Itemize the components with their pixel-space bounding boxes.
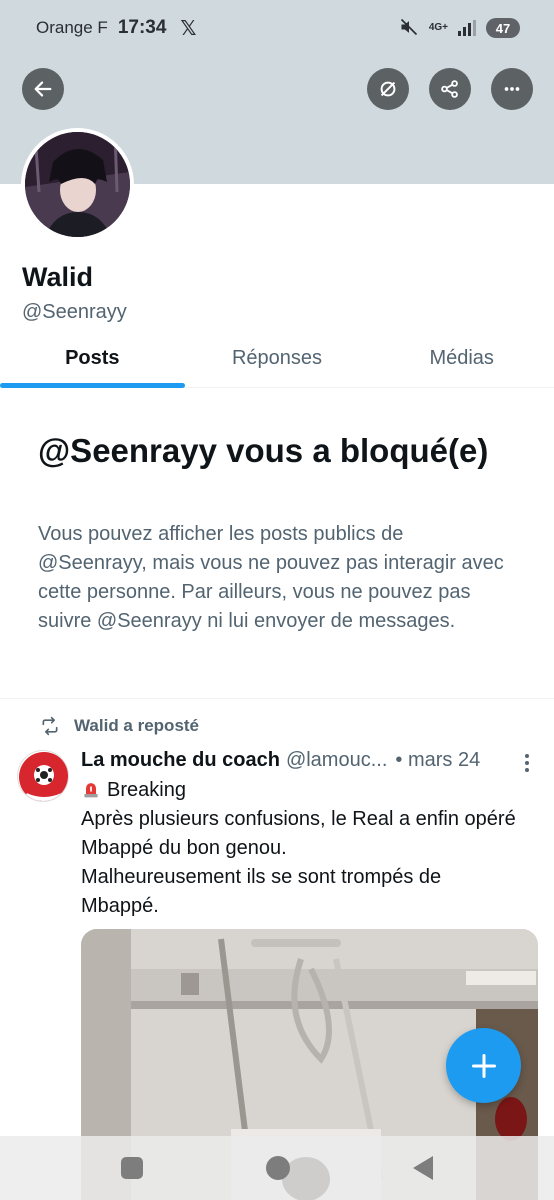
post-body: Breaking Après plusieurs confusions, le … (81, 776, 521, 921)
post-author-handle[interactable]: @lamouc... (286, 749, 387, 772)
compose-button[interactable] (446, 1028, 521, 1103)
home-button[interactable] (266, 1156, 290, 1180)
share-button[interactable] (429, 68, 471, 110)
blocked-description: Vous pouvez afficher les posts publics d… (38, 520, 508, 636)
post-line-2: Après plusieurs confusions, le Real a en… (81, 805, 521, 863)
battery-indicator: 47 (486, 18, 520, 38)
translate-button[interactable] (367, 68, 409, 110)
post-more-button[interactable] (520, 752, 534, 774)
status-bar: Orange F 17:34 𝕏 4G+ 47 (0, 0, 554, 56)
signal-icon (458, 20, 476, 36)
profile-handle: @Seenrayy (22, 301, 127, 324)
no-translate-icon (377, 78, 399, 100)
profile-avatar[interactable] (21, 128, 134, 241)
system-navigation-bar (0, 1136, 554, 1200)
siren-emoji-icon (81, 779, 101, 799)
tab-replies[interactable]: Réponses (185, 330, 370, 387)
divider (0, 698, 554, 699)
recent-apps-button[interactable] (121, 1157, 143, 1179)
system-back-button[interactable] (413, 1156, 433, 1180)
post-author-avatar[interactable] (17, 750, 69, 802)
post-line-3: Malheureusement ils se sont trompés de M… (81, 863, 521, 921)
plus-icon (470, 1052, 498, 1080)
repost-icon (40, 716, 60, 736)
blocked-title: @Seenrayy vous a bloqué(e) (38, 430, 518, 472)
x-logo-icon: 𝕏 (180, 16, 196, 41)
clock: 17:34 (118, 17, 167, 39)
mute-icon (399, 17, 419, 40)
post-header: La mouche du coach @lamouc... • mars 24 (81, 749, 521, 772)
share-icon (439, 78, 461, 100)
tab-posts[interactable]: Posts (0, 330, 185, 387)
profile-tabs: Posts Réponses Médias (0, 330, 554, 388)
network-type: 4G+ (429, 23, 448, 33)
carrier-name: Orange F (36, 18, 108, 38)
tab-media[interactable]: Médias (369, 330, 554, 387)
more-options-button[interactable] (491, 68, 533, 110)
post-line-breaking: Breaking (107, 779, 186, 801)
back-button[interactable] (22, 68, 64, 110)
repost-label[interactable]: Walid a reposté (74, 716, 199, 736)
active-tab-indicator (0, 383, 185, 388)
more-horizontal-icon (501, 78, 523, 100)
repost-indicator: Walid a reposté (40, 716, 199, 736)
avatar-image (25, 132, 130, 237)
arrow-left-icon (32, 78, 54, 100)
post-author-name[interactable]: La mouche du coach (81, 749, 280, 772)
post-date[interactable]: • mars 24 (395, 749, 480, 772)
profile-name: Walid (22, 262, 93, 293)
